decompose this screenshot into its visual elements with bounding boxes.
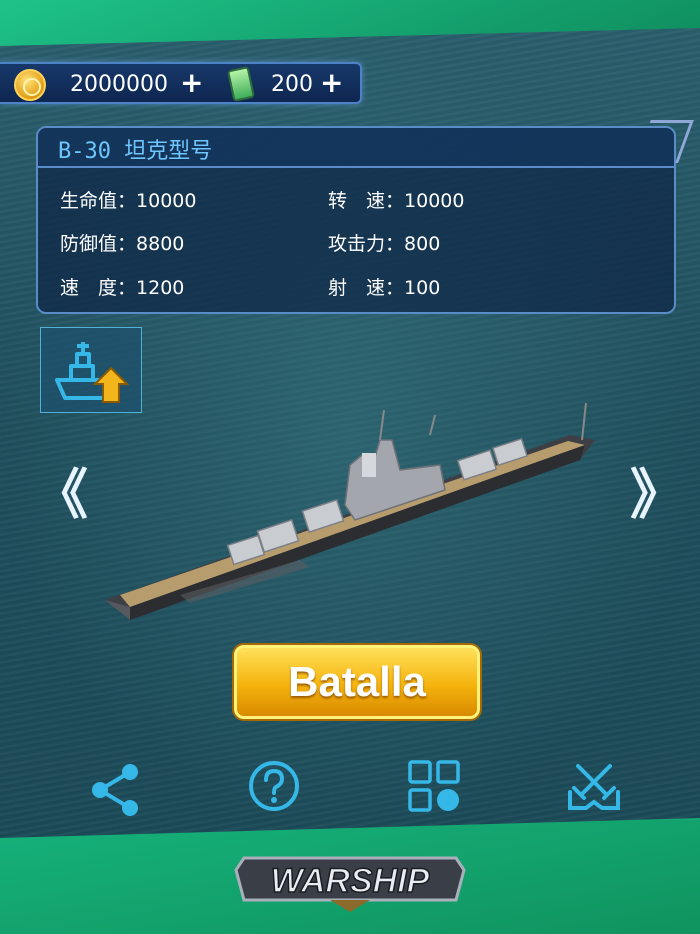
apps-icon[interactable] <box>406 758 462 814</box>
ship-model-title: B-30 坦克型号 <box>58 139 213 164</box>
gem-amount: 200 <box>271 72 313 97</box>
gem-bottle-icon <box>226 66 256 102</box>
gold-coin-icon <box>14 69 46 101</box>
next-ship-arrow[interactable]: 》 <box>630 468 684 522</box>
battle-button[interactable]: Batalla <box>234 645 480 719</box>
gold-amount: 2000000 <box>70 72 168 97</box>
battleship-image <box>105 402 595 620</box>
battle-crossed-swords-icon[interactable] <box>566 758 622 814</box>
warship-logo: WARSHIP <box>234 856 466 912</box>
stat-turn-speed: 转 速：10000 <box>328 190 465 212</box>
share-icon[interactable] <box>88 762 144 818</box>
stat-attack: 攻击力：800 <box>328 233 441 255</box>
battle-button-label: Batalla <box>288 658 426 705</box>
stat-hp: 生命值：10000 <box>60 190 197 212</box>
stat-speed: 速 度：1200 <box>60 277 185 299</box>
stat-defense: 防御值：8800 <box>60 233 185 255</box>
stat-fire-rate: 射 速：100 <box>328 277 441 299</box>
add-gold-button[interactable]: + <box>180 69 203 97</box>
previous-ship-arrow[interactable]: 《 <box>34 468 88 522</box>
currency-bar: 2000000 + 200 + <box>0 62 362 104</box>
ship-info-panel: B-30 坦克型号 生命值：10000 转 速：10000 防御值：8800 攻… <box>36 120 694 314</box>
help-icon[interactable] <box>246 758 302 814</box>
logo-text: WARSHIP <box>271 862 430 900</box>
panel-title-bar: B-30 坦克型号 <box>38 128 674 168</box>
add-gems-button[interactable]: + <box>320 69 343 97</box>
